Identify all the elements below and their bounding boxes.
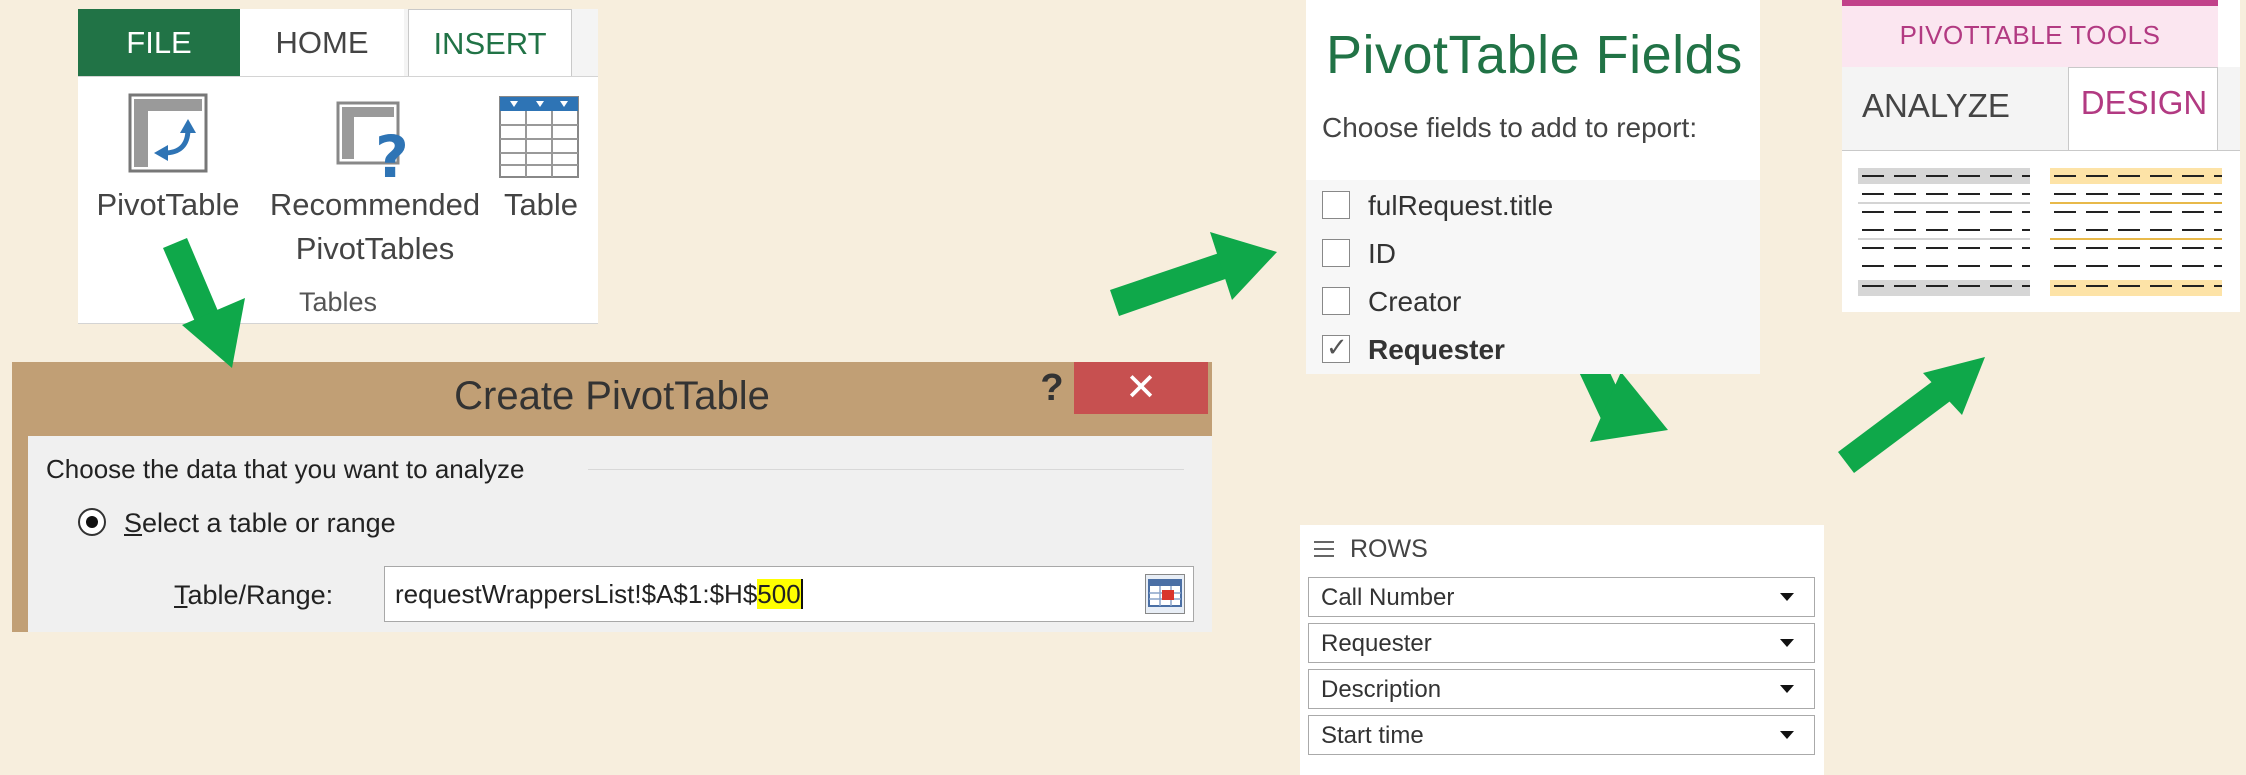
range-highlight: 500 <box>757 579 803 609</box>
recommended-pivot-icon: ? <box>336 101 409 191</box>
select-table-radio-label[interactable]: Select a table or range <box>124 508 396 539</box>
table-range-value: requestWrappersList!$A$1:$H$500 <box>395 579 803 609</box>
close-button[interactable]: ✕ <box>1074 362 1208 414</box>
recommended-pivot-tables-button[interactable]: ? <box>334 99 418 191</box>
row-field-item[interactable]: Start time <box>1308 715 1815 755</box>
row-field-item[interactable]: Call Number <box>1308 577 1815 617</box>
tab-file[interactable]: FILE <box>78 9 240 76</box>
table-label: Table <box>503 187 579 222</box>
dropdown-arrow-icon[interactable] <box>1780 593 1794 601</box>
ribbon-tab-bar: FILE HOME INSERT <box>78 9 598 77</box>
tools-tab-bar: ANALYZE DESIGN <box>1842 67 2240 151</box>
tab-design-label: DESIGN <box>2080 84 2208 121</box>
dropdown-arrow-icon[interactable] <box>1780 685 1794 693</box>
row-field-label: Description <box>1321 676 1442 703</box>
tab-home[interactable]: HOME <box>240 9 404 76</box>
pivot-style-gold[interactable] <box>2050 168 2222 296</box>
table-icon <box>499 96 579 178</box>
create-pivottable-dialog: Create PivotTable ? ✕ Choose the data th… <box>12 362 1212 632</box>
fields-pane-subtitle: Choose fields to add to report: <box>1322 112 1698 143</box>
range-picker-icon <box>1148 579 1182 607</box>
rows-icon <box>1314 541 1334 557</box>
select-table-radio[interactable] <box>78 508 106 536</box>
field-list: fulRequest.title ID Creator Requester <box>1306 180 1760 374</box>
tab-insert[interactable]: INSERT <box>408 9 572 77</box>
field-checkbox-checked[interactable] <box>1322 332 1350 363</box>
pivottable-fields-pane: PivotTable Fields Choose fields to add t… <box>1306 0 1760 374</box>
section-label: Choose the data that you want to analyze <box>46 454 525 484</box>
group-divider <box>588 469 1184 470</box>
dropdown-arrow-icon[interactable] <box>1780 639 1794 647</box>
range-picker-button[interactable] <box>1145 574 1185 614</box>
field-label: Creator <box>1368 286 1462 317</box>
recommended-pivot-tables-label: Recommended <box>269 187 481 222</box>
pivot-table-button[interactable] <box>126 91 210 175</box>
pivottable-tools: PIVOTTABLE TOOLS ANALYZE DESIGN <box>1842 0 2240 312</box>
rows-area: ROWS Call Number Requester Description S… <box>1300 525 1824 775</box>
row-field-item[interactable]: Description <box>1308 669 1815 709</box>
row-field-label: Start time <box>1321 722 1424 749</box>
field-label: Requester <box>1368 334 1505 365</box>
svg-text:?: ? <box>375 123 409 183</box>
arrow-up-right-icon <box>1838 357 1985 473</box>
row-field-label: Requester <box>1321 630 1432 657</box>
field-checkbox[interactable] <box>1322 191 1350 219</box>
table-range-label: Table/Range: <box>174 580 334 610</box>
pivot-table-label: PivotTable <box>96 187 240 222</box>
field-checkbox[interactable] <box>1322 287 1350 315</box>
tools-divider <box>1842 150 2240 151</box>
context-tab-title: PIVOTTABLE TOOLS <box>1899 20 2161 50</box>
dialog-body: Choose the data that you want to analyze… <box>28 436 1212 632</box>
field-label: fulRequest.title <box>1368 190 1554 221</box>
rows-title: ROWS <box>1350 535 1428 563</box>
context-tab-header: PIVOTTABLE TOOLS <box>1842 0 2218 67</box>
tab-analyze[interactable]: ANALYZE <box>1862 87 2010 125</box>
dropdown-arrow-icon[interactable] <box>1780 731 1794 739</box>
recommended-pivot-tables-label-2: PivotTables <box>295 231 455 266</box>
excel-ribbon: FILE HOME INSERT PivotTable ? Recommende… <box>78 9 598 324</box>
help-button[interactable]: ? <box>1022 362 1082 414</box>
tab-design[interactable]: DESIGN <box>2068 67 2218 151</box>
pivot-style-gray[interactable] <box>1858 168 2030 296</box>
pivot-table-icon <box>128 93 208 173</box>
ribbon-bottom-border <box>78 323 598 324</box>
field-checkbox[interactable] <box>1322 239 1350 267</box>
group-label-tables: Tables <box>298 287 378 317</box>
row-field-item[interactable]: Requester <box>1308 623 1815 663</box>
row-field-label: Call Number <box>1321 584 1455 611</box>
table-range-input[interactable]: requestWrappersList!$A$1:$H$500 <box>384 566 1194 622</box>
fields-pane-title: PivotTable Fields <box>1326 25 1743 85</box>
tab-divider <box>78 76 598 77</box>
table-button[interactable] <box>498 93 580 181</box>
arrow-right-up-icon <box>1110 232 1277 316</box>
field-label: ID <box>1368 238 1396 269</box>
